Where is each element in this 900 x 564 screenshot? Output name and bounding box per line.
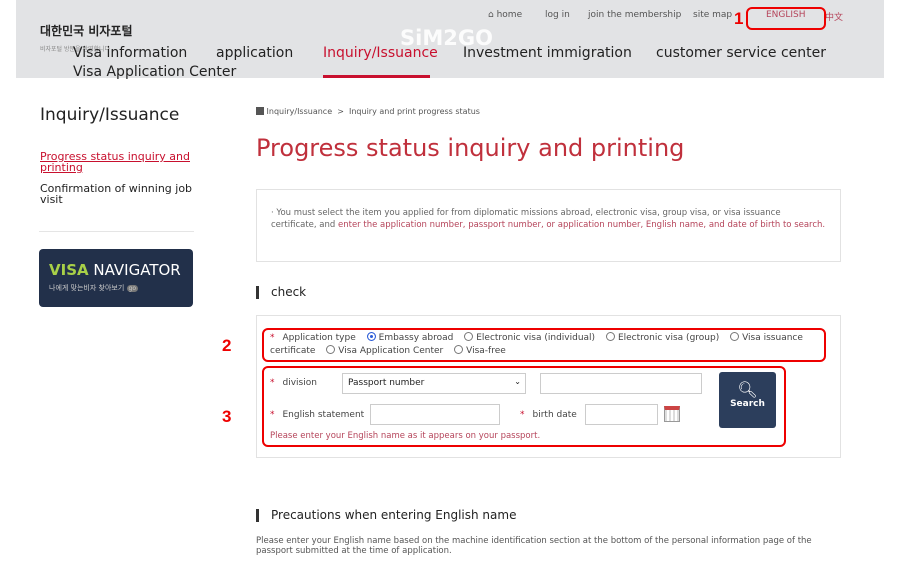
radio-embassy-abroad[interactable]: [366, 332, 376, 341]
page-title: Progress status inquiry and printing: [256, 134, 685, 162]
callout-box-1: [746, 7, 826, 30]
division-select[interactable]: Passport number ⌄: [342, 373, 526, 394]
radio-electronic-visa-individual[interactable]: [464, 332, 474, 341]
notice-box: · You must select the item you applied f…: [256, 189, 841, 262]
radio-label[interactable]: Visa Application Center: [338, 346, 443, 356]
nav-investment-immigration[interactable]: Investment immigration: [463, 45, 632, 61]
visa-navigator-banner[interactable]: VISA NAVIGATOR 나에게 맞는비자 찾아보기 go: [39, 249, 193, 307]
sidebar-divider: [39, 231, 194, 232]
radio-visa-application-center[interactable]: [326, 345, 336, 354]
radio-label[interactable]: Embassy abroad: [379, 333, 454, 343]
banner-title-visa: VISA: [49, 261, 89, 279]
search-button-label: Search: [730, 399, 765, 409]
label-text: birth date: [532, 410, 577, 420]
english-name-hint: Please enter your English name as it app…: [270, 431, 541, 441]
nav-application[interactable]: application: [216, 45, 293, 61]
label-text: division: [282, 378, 317, 388]
radio-electronic-visa-group[interactable]: [605, 332, 615, 341]
nav-inquiry-issuance[interactable]: Inquiry/Issuance: [323, 45, 438, 61]
util-login[interactable]: log in: [545, 10, 570, 20]
sidebar-item-progress-status[interactable]: Progress status inquiry and printing: [40, 151, 200, 173]
nav-customer-service[interactable]: customer service center: [656, 45, 826, 61]
util-sitemap[interactable]: site map: [693, 10, 732, 20]
sidebar-title: Inquiry/Issuance: [40, 105, 180, 125]
english-name-label: * English statement: [270, 410, 365, 420]
breadcrumb-item: Inquiry and print progress status: [349, 107, 480, 116]
radio-visa-free[interactable]: [454, 345, 464, 354]
callout-number-1: 1: [734, 9, 744, 28]
application-type-label: Application type: [282, 333, 356, 343]
breadcrumb-item[interactable]: Inquiry/Issuance: [267, 107, 333, 116]
util-chinese[interactable]: 中文: [825, 10, 843, 23]
precautions-heading: Precautions when entering English name: [256, 509, 516, 522]
sidebar-item-job-visit[interactable]: Confirmation of winning job visit: [40, 183, 200, 205]
breadcrumb-home-icon[interactable]: [256, 107, 264, 115]
site-logo[interactable]: 대한민국 비자포털: [40, 22, 133, 39]
select-value: Passport number: [348, 378, 425, 388]
radio-label[interactable]: Electronic visa (group): [618, 333, 719, 343]
home-icon: ⌂: [488, 10, 494, 20]
nav-visa-information[interactable]: Visa information: [73, 45, 187, 61]
birth-date-label: * birth date: [520, 410, 577, 420]
util-home[interactable]: ⌂ home: [488, 10, 522, 20]
division-number-input[interactable]: [540, 373, 702, 394]
radio-visa-issuance-certificate[interactable]: [730, 332, 740, 341]
english-name-input[interactable]: [370, 404, 500, 425]
util-label: home: [496, 10, 523, 20]
banner-title-navigator: NAVIGATOR: [93, 261, 181, 279]
application-type-group: * Application type Embassy abroad Electro…: [270, 332, 803, 356]
banner-go-badge: go: [126, 285, 139, 292]
nav-active-indicator: [323, 75, 430, 78]
search-icon: 🔍︎: [737, 380, 758, 399]
search-button[interactable]: 🔍︎ Search: [719, 372, 776, 428]
callout-number-2: 2: [222, 336, 232, 355]
division-label: * division: [270, 378, 317, 388]
calendar-icon[interactable]: [664, 406, 680, 422]
birth-date-input[interactable]: [585, 404, 658, 425]
notice-highlight: enter the application number, passport n…: [338, 220, 826, 230]
breadcrumb: Inquiry/Issuance > Inquiry and print pro…: [256, 107, 480, 116]
radio-label[interactable]: Electronic visa (individual): [476, 333, 595, 343]
radio-label[interactable]: Visa-free: [466, 346, 506, 356]
banner-subtitle: 나에게 맞는비자 찾아보기: [49, 284, 125, 292]
precautions-text: Please enter your English name based on …: [256, 536, 812, 556]
check-heading: check: [256, 286, 306, 299]
callout-number-3: 3: [222, 407, 232, 426]
label-text: English statement: [282, 410, 365, 420]
chevron-down-icon: ⌄: [514, 377, 521, 386]
util-join[interactable]: join the membership: [588, 10, 681, 20]
nav-visa-application-center[interactable]: Visa Application Center: [73, 64, 236, 80]
